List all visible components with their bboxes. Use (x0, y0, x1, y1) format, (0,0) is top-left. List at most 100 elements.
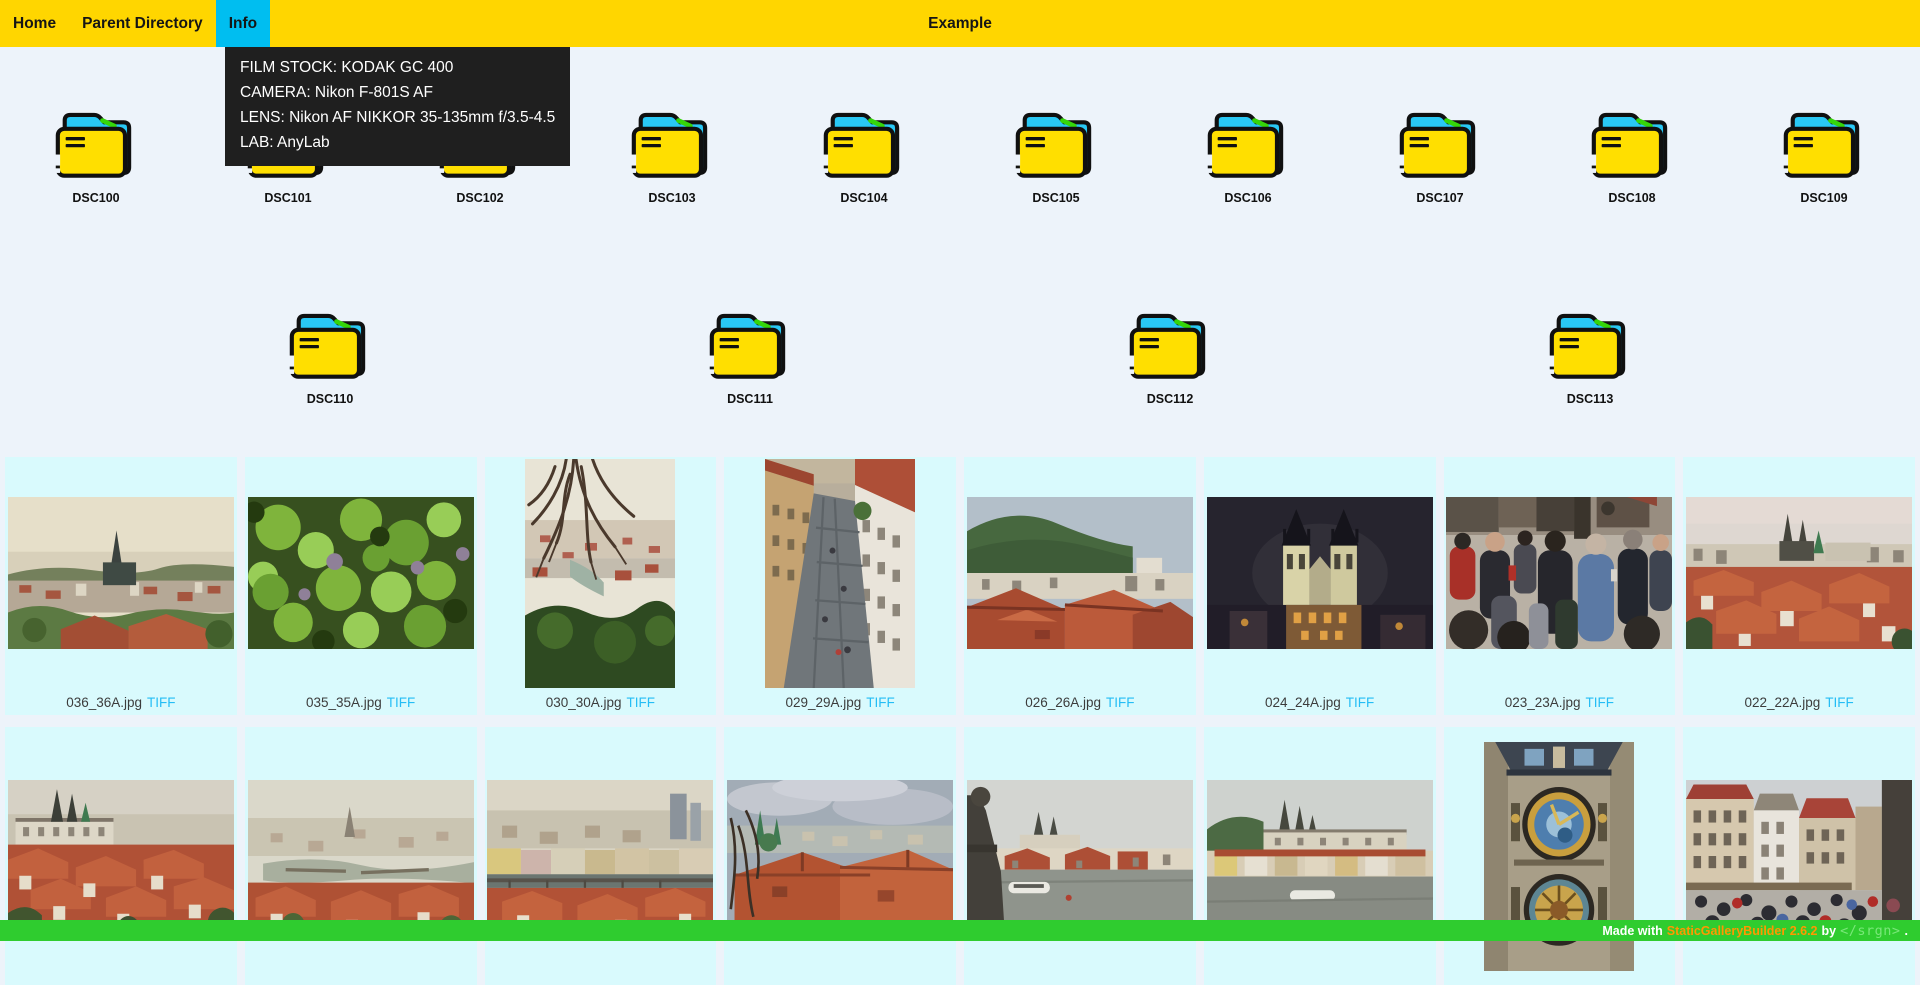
folder-dsc106[interactable]: DSC106 (1202, 103, 1294, 205)
folder-icon (1586, 103, 1678, 184)
thumbnail-filename-link[interactable]: 024_24A.jpg (1265, 695, 1341, 710)
thumbnail-link[interactable] (1207, 497, 1433, 649)
folder-label: DSC107 (1416, 191, 1463, 205)
folder-dsc111[interactable]: DSC111 (704, 304, 796, 406)
thumbnail-link[interactable] (525, 459, 675, 688)
thumbnail-link[interactable] (8, 497, 234, 649)
footer-by: by (1822, 924, 1837, 938)
nav-bar: Home Parent Directory Info Example (0, 0, 1920, 47)
info-tooltip: FILM STOCK: KODAK GC 400 CAMERA: Nikon F… (225, 47, 570, 166)
thumbnail-link[interactable] (1686, 497, 1912, 649)
thumbnail-filename-link[interactable]: 029_29A.jpg (785, 695, 861, 710)
folder-dsc108[interactable]: DSC108 (1586, 103, 1678, 205)
folder-dsc103[interactable]: DSC103 (626, 103, 718, 205)
thumbnail-link[interactable] (248, 497, 474, 649)
gallery-cell: 030_30A.jpg TIFF (485, 457, 717, 715)
gallery-section: 036_36A.jpg TIFF 035_35A.jpg TIFF (0, 457, 1920, 985)
gallery-cell: 023_23A.jpg TIFF (1444, 457, 1676, 715)
folder-label: DSC110 (307, 392, 354, 406)
gallery-cell (724, 727, 956, 985)
thumbnail-link[interactable] (1446, 497, 1672, 649)
folder-label: DSC108 (1608, 191, 1655, 205)
gallery-cell (485, 727, 717, 985)
photo-024-24a (1207, 497, 1433, 649)
thumbnail-link[interactable] (248, 780, 474, 932)
gallery-cell (245, 727, 477, 985)
photo-035-35a (248, 497, 474, 649)
gallery-cell (1683, 727, 1915, 985)
folder-dsc112[interactable]: DSC112 (1124, 304, 1216, 406)
gallery-cell (964, 727, 1196, 985)
thumbnail-filename-link[interactable]: 030_30A.jpg (546, 695, 622, 710)
gallery-row-1: 036_36A.jpg TIFF 035_35A.jpg TIFF (0, 457, 1920, 715)
folder-label: DSC109 (1800, 191, 1847, 205)
folder-dsc104[interactable]: DSC104 (818, 103, 910, 205)
gallery-row-2 (0, 727, 1920, 985)
folder-label: DSC106 (1224, 191, 1271, 205)
folder-icon (1394, 103, 1486, 184)
thumbnail-filename-link[interactable]: 022_22A.jpg (1744, 695, 1820, 710)
folder-icon (1778, 103, 1870, 184)
folder-label: DSC101 (264, 191, 311, 205)
footer-made-with: Made with (1602, 924, 1662, 938)
folder-dsc110[interactable]: DSC110 (284, 304, 376, 406)
footer-builder-link[interactable]: StaticGalleryBuilder 2.6.2 (1667, 924, 1818, 938)
folder-label: DSC105 (1032, 191, 1079, 205)
folder-dsc100[interactable]: DSC100 (50, 103, 142, 205)
tiff-link[interactable]: TIFF (147, 695, 176, 710)
tiff-link[interactable]: TIFF (1586, 695, 1615, 710)
folder-icon (1010, 103, 1102, 184)
thumbnail-link[interactable] (8, 780, 234, 932)
thumbnail-link[interactable] (487, 780, 713, 932)
page-title: Example (0, 0, 1920, 47)
folder-icon (818, 103, 910, 184)
gallery-cell (1444, 727, 1676, 985)
tooltip-camera: CAMERA: Nikon F-801S AF (240, 80, 555, 105)
photo-023-23a (1446, 497, 1672, 649)
nav-parent-directory[interactable]: Parent Directory (69, 0, 216, 47)
nav-home[interactable]: Home (0, 0, 69, 47)
tiff-link[interactable]: TIFF (1106, 695, 1135, 710)
folder-dsc109[interactable]: DSC109 (1778, 103, 1870, 205)
gallery-cell: 026_26A.jpg TIFF (964, 457, 1196, 715)
folder-label: DSC104 (840, 191, 887, 205)
thumbnail-link[interactable] (1686, 780, 1912, 932)
footer-author-link[interactable]: </srgn> (1840, 923, 1900, 939)
gallery-cell: 036_36A.jpg TIFF (5, 457, 237, 715)
tooltip-film-stock: FILM STOCK: KODAK GC 400 (240, 55, 555, 80)
photo-rooftops (727, 780, 953, 932)
thumbnail-filename-link[interactable]: 036_36A.jpg (66, 695, 142, 710)
thumbnail-link[interactable] (765, 459, 915, 688)
folder-icon (1124, 304, 1216, 385)
gallery-cell: 022_22A.jpg TIFF (1683, 457, 1915, 715)
thumbnail-link[interactable] (967, 780, 1193, 932)
folder-icon (1544, 304, 1636, 385)
folder-icon (704, 304, 796, 385)
folder-dsc105[interactable]: DSC105 (1010, 103, 1102, 205)
photo-036-36a (8, 497, 234, 649)
tiff-link[interactable]: TIFF (627, 695, 656, 710)
folder-dsc107[interactable]: DSC107 (1394, 103, 1486, 205)
photo-030-30a (525, 459, 675, 688)
tiff-link[interactable]: TIFF (1346, 695, 1375, 710)
tooltip-lab: LAB: AnyLab (240, 130, 555, 155)
tiff-link[interactable]: TIFF (1825, 695, 1854, 710)
folder-label: DSC103 (648, 191, 695, 205)
thumbnail-link[interactable] (1207, 780, 1433, 932)
folder-icon (50, 103, 142, 184)
nav-info[interactable]: Info (216, 0, 270, 47)
thumbnail-filename-link[interactable]: 026_26A.jpg (1025, 695, 1101, 710)
folder-row-2: DSC110 DSC111 DSC112 DSC113 (0, 304, 1920, 406)
thumbnail-link[interactable] (967, 497, 1193, 649)
tiff-link[interactable]: TIFF (866, 695, 895, 710)
folder-label: DSC112 (1147, 392, 1194, 406)
thumbnail-filename-link[interactable]: 023_23A.jpg (1505, 695, 1581, 710)
thumbnail-filename-link[interactable]: 035_35A.jpg (306, 695, 382, 710)
photo-022-22a (1686, 497, 1912, 649)
thumbnail-link[interactable] (727, 780, 953, 932)
folder-label: DSC111 (727, 392, 773, 406)
photo-026-26a (967, 497, 1193, 649)
photo-bridge-statue (967, 780, 1193, 932)
tiff-link[interactable]: TIFF (387, 695, 416, 710)
folder-dsc113[interactable]: DSC113 (1544, 304, 1636, 406)
